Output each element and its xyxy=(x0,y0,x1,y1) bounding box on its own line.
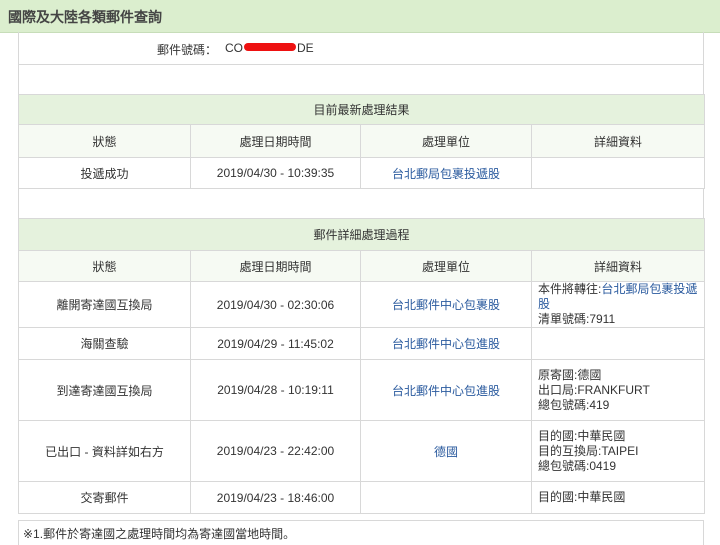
detail-line: 原寄國:德國 xyxy=(538,367,602,382)
footnote: ※1.郵件於寄達國之處理時間均為寄達國當地時間。 xyxy=(18,520,704,545)
tracking-number-prefix: CO xyxy=(225,41,243,55)
unit-cell xyxy=(360,481,532,514)
detail-line: 目的國:中華民國 xyxy=(538,428,626,443)
datetime-cell: 2019/04/23 - 18:46:00 xyxy=(190,481,361,514)
unit-link[interactable]: 德國 xyxy=(360,420,532,482)
column-header-detail: 詳細資料 xyxy=(530,250,706,282)
unit-link[interactable]: 台北郵件中心包進股 xyxy=(360,359,532,421)
unit-link[interactable]: 台北郵件中心包裹股 xyxy=(360,281,532,328)
detail-line: 出口局:FRANKFURT xyxy=(538,382,650,397)
table-row: 離開寄達國互換局 2019/04/30 - 02:30:06 台北郵件中心包裹股… xyxy=(18,281,706,328)
tracking-number-label: 郵件號碼： xyxy=(156,43,217,57)
detail-cell: 原寄國:德國 出口局:FRANKFURT 總包號碼:419 xyxy=(530,359,706,421)
history-table: 郵件詳細處理過程 狀態 處理日期時間 處理單位 詳細資料 離開寄達國互換局 20… xyxy=(17,218,706,514)
column-header-unit: 處理單位 xyxy=(360,250,532,282)
latest-result-caption: 目前最新處理結果 xyxy=(17,94,706,125)
spacer-row xyxy=(18,188,704,219)
detail-cell xyxy=(530,327,706,360)
detail-cell: 目的國:中華民國 目的互換局:TAIPEI 總包號碼:0419 xyxy=(530,420,706,482)
footnote-text: ※1.郵件於寄達國之處理時間均為寄達國當地時間。 xyxy=(23,527,296,541)
column-header-datetime: 處理日期時間 xyxy=(190,124,361,158)
detail-forward-text: 本件將轉往:台北郵局包裹投遞股 xyxy=(538,282,698,311)
detail-line: 總包號碼:419 xyxy=(538,397,610,412)
datetime-cell: 2019/04/30 - 02:30:06 xyxy=(190,281,361,328)
datetime-cell: 2019/04/29 - 11:45:02 xyxy=(190,327,361,360)
detail-cell: 目的國:中華民國 xyxy=(530,481,706,514)
datetime-cell: 2019/04/23 - 22:42:00 xyxy=(190,420,361,482)
status-cell: 已出口 - 資料詳如右方 xyxy=(18,420,191,482)
table-row: 交寄郵件 2019/04/23 - 18:46:00 目的國:中華民國 xyxy=(18,481,706,514)
table-row: 投遞成功 2019/04/30 - 10:39:35 台北郵局包裹投遞股 xyxy=(18,157,706,189)
forward-unit-link[interactable]: 台北郵局包裹投遞股 xyxy=(538,282,697,311)
unit-link[interactable]: 台北郵局包裹投遞股 xyxy=(360,157,532,189)
page-title: 國際及大陸各類郵件查詢 xyxy=(8,9,162,25)
detail-line: 目的國:中華民國 xyxy=(538,490,626,504)
table-row: 已出口 - 資料詳如右方 2019/04/23 - 22:42:00 德國 目的… xyxy=(18,420,706,482)
column-header-status: 狀態 xyxy=(18,250,191,282)
table-row: 海關查驗 2019/04/29 - 11:45:02 台北郵件中心包進股 xyxy=(18,327,706,360)
history-caption: 郵件詳細處理過程 xyxy=(17,218,706,251)
tracking-number-row: 郵件號碼： CO DE xyxy=(18,32,704,65)
column-header-datetime: 處理日期時間 xyxy=(190,250,361,282)
status-cell: 離開寄達國互換局 xyxy=(18,281,191,328)
redaction-mark xyxy=(244,43,296,51)
tracking-number-value: CO DE xyxy=(225,41,314,55)
unit-link[interactable]: 台北郵件中心包進股 xyxy=(360,327,532,360)
table-row: 到達寄達國互換局 2019/04/28 - 10:19:11 台北郵件中心包進股… xyxy=(18,359,706,421)
datetime-cell: 2019/04/28 - 10:19:11 xyxy=(190,359,361,421)
column-header-detail: 詳細資料 xyxy=(530,124,706,158)
status-cell: 投遞成功 xyxy=(18,157,191,189)
title-bar: 國際及大陸各類郵件查詢 xyxy=(0,0,720,33)
detail-cell xyxy=(530,157,706,189)
status-cell: 交寄郵件 xyxy=(18,481,191,514)
datetime-cell: 2019/04/30 - 10:39:35 xyxy=(190,157,361,189)
status-cell: 海關查驗 xyxy=(18,327,191,360)
latest-result-table: 目前最新處理結果 狀態 處理日期時間 處理單位 詳細資料 投遞成功 2019/0… xyxy=(17,94,706,189)
detail-line: 清單號碼:7911 xyxy=(538,312,616,326)
spacer-row xyxy=(18,64,704,95)
tracking-number-suffix: DE xyxy=(297,41,314,55)
detail-line: 本件將轉往:台北郵局包裹投遞股 xyxy=(538,282,704,312)
detail-line: 總包號碼:0419 xyxy=(538,458,617,473)
column-header-status: 狀態 xyxy=(18,124,191,158)
column-header-unit: 處理單位 xyxy=(360,124,532,158)
detail-line: 目的互換局:TAIPEI xyxy=(538,443,639,458)
status-cell: 到達寄達國互換局 xyxy=(18,359,191,421)
detail-cell: 本件將轉往:台北郵局包裹投遞股 清單號碼:7911 xyxy=(530,281,706,328)
